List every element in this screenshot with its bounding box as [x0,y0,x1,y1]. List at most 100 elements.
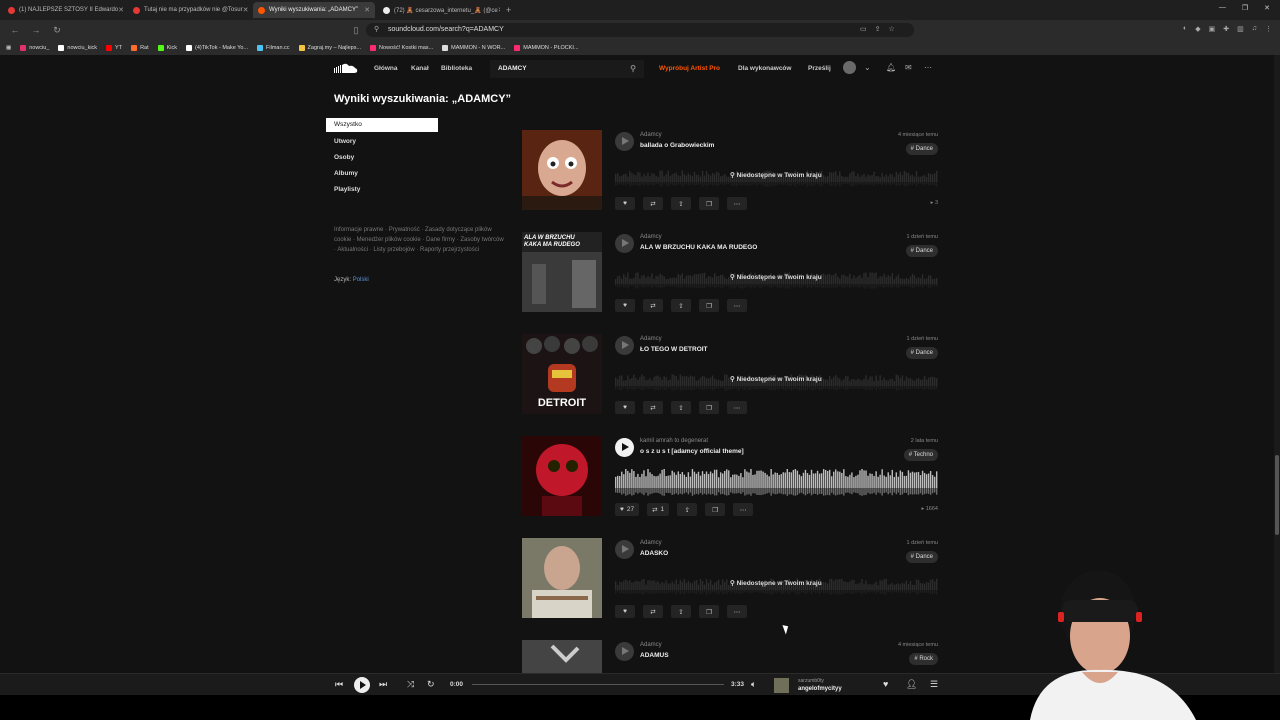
copy-link-button[interactable]: ❐ [699,401,719,414]
bell-icon[interactable]: 🔔︎ [886,63,896,72]
scrollbar-thumb[interactable] [1275,455,1279,535]
filter-albums[interactable]: Albumy [334,170,358,177]
search-icon[interactable]: ⚲ [630,60,636,78]
track-title[interactable]: ALA W BRZUCHU KAKA MA RUDEGO [640,244,757,251]
extension-icon[interactable]: ◆ [1195,25,1200,33]
reload-icon[interactable]: ↻ [51,25,63,36]
bookmark-item[interactable]: MAMMON - N WOR... [442,44,505,51]
like-button[interactable]: ♥ 27 [615,503,640,516]
minimize-icon[interactable]: — [1219,4,1226,12]
browser-tab-active[interactable]: Wyniki wyszukiwania: „ADAMCY” ✕ [253,2,375,18]
language-selector[interactable]: Język: Polski [334,277,369,283]
nav-feed[interactable]: Kanał [411,65,429,72]
extension-icon[interactable]: ◐ [1183,25,1187,33]
shuffle-icon[interactable]: ⤨ [407,679,414,690]
artist-pro-link[interactable]: Wypróbuj Artist Pro [659,65,720,72]
genre-tag[interactable]: # Dance [905,347,938,359]
genre-tag[interactable]: # Dance [905,245,938,257]
repost-button[interactable]: ⇄ [643,605,663,618]
repost-button[interactable]: ⇄ [643,299,663,312]
more-button[interactable]: ⋯ [727,299,747,312]
more-button[interactable]: ⋯ [727,605,747,618]
close-icon[interactable]: ✕ [243,6,249,14]
genre-tag[interactable]: # Rock [909,653,938,665]
track-artwork[interactable] [522,436,602,516]
track-artist[interactable]: Adamcy [640,540,662,546]
track-artwork[interactable] [522,640,602,673]
copy-link-button[interactable]: ❐ [699,605,719,618]
like-button[interactable]: ♥ [615,197,635,210]
share-button[interactable]: ⇪ [671,299,691,312]
bookmark-item[interactable]: Filman.cc [257,44,290,51]
repost-button[interactable]: ⇄ [643,197,663,210]
close-icon[interactable]: ✕ [498,6,500,14]
soundcloud-logo-icon[interactable] [334,62,358,74]
star-icon[interactable]: ☆ [889,25,895,33]
bookmark-item[interactable]: (4)TikTok - Make Yo... [186,44,248,51]
copy-link-button[interactable]: ❐ [699,299,719,312]
close-window-icon[interactable]: ✕ [1264,4,1270,12]
site-info-icon[interactable]: ⚲ [374,23,379,37]
heart-icon[interactable]: ♥ [883,679,888,689]
filter-people[interactable]: Osoby [334,154,354,161]
genre-tag[interactable]: # Dance [905,551,938,563]
bookmark-item[interactable]: nowciu_kick [58,44,97,51]
track-artwork[interactable]: DETROIT [522,334,602,414]
search-input[interactable]: ADAMCY ⚲ [490,60,644,78]
nav-library[interactable]: Biblioteka [441,65,472,72]
puzzle-icon[interactable]: ✚ [1223,25,1229,33]
for-artists-link[interactable]: Dla wykonawców [738,65,791,72]
play-button[interactable] [615,234,634,253]
share-button[interactable]: ⇪ [677,503,698,516]
now-playing-uploader[interactable]: sarzumb0ty [798,678,824,684]
browser-tab[interactable]: Tutaj nie ma przypadków nie @Tosur ✕ [128,2,250,18]
track-title[interactable]: o s z u s t [adamcy official theme] [640,448,744,455]
like-button[interactable]: ♥ [615,299,635,312]
waveform[interactable] [615,469,938,497]
genre-tag[interactable]: # Dance [905,143,938,155]
share-button[interactable]: ⇪ [671,401,691,414]
apps-icon[interactable]: ▦ [6,45,11,51]
repost-button[interactable]: ⇄ [643,401,663,414]
music-icon[interactable]: ♫ [1252,25,1257,33]
now-playing-title[interactable]: angelofmycityy [798,686,842,692]
more-button[interactable]: ⋯ [727,197,747,210]
mail-icon[interactable]: ✉ [905,63,912,72]
legal-links[interactable]: Informacje prawne · Prywatność · Zasady … [334,225,504,255]
filter-tracks[interactable]: Utwory [334,138,356,145]
copy-link-button[interactable]: ❐ [699,197,719,210]
track-artist[interactable]: kamil amrah to degenerat [640,438,708,444]
bookmark-item[interactable]: Zagraj.my – Najleps... [298,44,361,51]
install-icon[interactable]: ▭ [860,25,867,33]
menu-icon[interactable]: ⋮ [1265,25,1272,33]
chevron-down-icon[interactable]: ⌄ [864,63,871,72]
url-field[interactable]: ⚲ soundcloud.com/search?q=ADAMCY [366,23,914,37]
share-button[interactable]: ⇪ [671,197,691,210]
previous-icon[interactable]: ⏮ [335,679,343,690]
upload-link[interactable]: Prześlij [808,65,831,72]
filter-all[interactable]: Wszystko [326,118,438,132]
nav-home[interactable]: Główna [374,65,397,72]
now-playing-artwork[interactable] [774,678,789,693]
bookmark-item[interactable]: Nowość! Kostki mas... [370,44,433,51]
genre-tag[interactable]: # Techno [903,449,938,461]
restore-icon[interactable]: ❐ [1242,4,1248,12]
bookmark-item[interactable]: nowciu_ [20,44,49,51]
play-button[interactable] [615,438,634,457]
play-button[interactable] [615,336,634,355]
like-button[interactable]: ♥ [615,401,635,414]
track-artist[interactable]: Adamcy [640,336,662,342]
avatar[interactable] [843,61,856,74]
track-artist[interactable]: Adamcy [640,234,662,240]
track-title[interactable]: ADASKO [640,550,668,557]
next-icon[interactable]: ⏭ [379,679,387,690]
sidebar-icon[interactable]: ▥ [1237,25,1244,33]
repost-button[interactable]: ⇄ 1 [647,503,670,516]
follow-icon[interactable]: 👤︎ [906,679,917,690]
more-button[interactable]: ⋯ [727,401,747,414]
close-icon[interactable]: ✕ [118,6,124,14]
extension-icon[interactable]: ▣ [1209,25,1216,33]
share-button[interactable]: ⇪ [671,605,691,618]
bookmark-item[interactable]: YT [106,44,122,51]
player-play-button[interactable] [354,677,370,693]
